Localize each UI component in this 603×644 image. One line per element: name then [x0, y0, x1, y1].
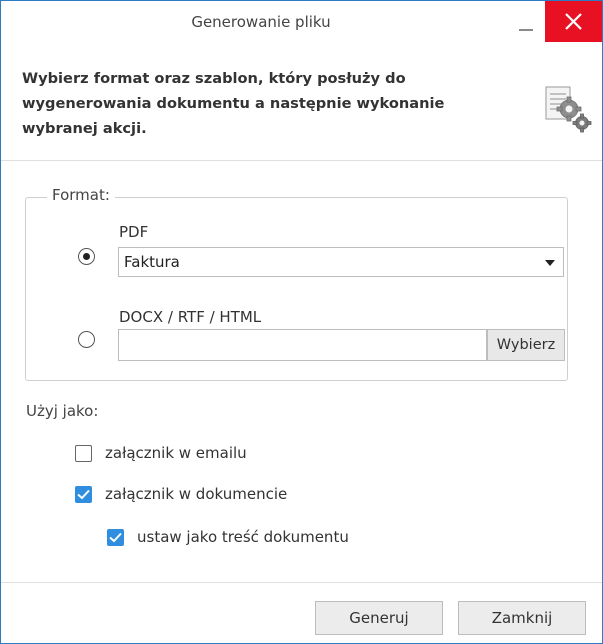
close-button[interactable] [545, 1, 602, 42]
set-as-content-label: ustaw jako treść dokumentu [137, 528, 349, 546]
instruction-text: Wybierz format oraz szablon, który posłu… [22, 70, 445, 137]
chevron-down-icon [545, 260, 555, 266]
template-select-value: Faktura [124, 253, 180, 271]
use-as-label: Użyj jako: [26, 402, 99, 420]
checkmark-icon [77, 489, 90, 500]
docx-label: DOCX / RTF / HTML [119, 308, 262, 326]
close-icon [565, 13, 582, 30]
document-attachment-label: załącznik w dokumencie [105, 485, 288, 503]
dialog-window: Generowanie pliku Wybierz format oraz sz… [0, 0, 603, 644]
checkmark-icon [109, 532, 122, 543]
file-path-input[interactable] [118, 329, 487, 361]
generate-button[interactable]: Generuj [315, 601, 443, 635]
browse-button[interactable]: Wybierz [487, 329, 565, 361]
email-attachment-label: załącznik w emailu [105, 444, 247, 462]
set-as-content-checkbox[interactable] [107, 529, 124, 546]
email-attachment-checkbox[interactable] [75, 445, 92, 462]
docx-radio[interactable] [78, 331, 95, 348]
pdf-radio[interactable] [78, 248, 95, 265]
dialog-header: Wybierz format oraz szablon, który posłu… [1, 43, 602, 161]
pdf-label: PDF [119, 223, 149, 241]
minimize-icon [519, 29, 533, 31]
document-settings-icon [545, 86, 592, 133]
window-title: Generowanie pliku [191, 13, 331, 31]
minimize-button[interactable] [508, 5, 544, 41]
format-legend: Format: [47, 186, 115, 204]
title-bar[interactable]: Generowanie pliku [1, 1, 602, 43]
document-attachment-checkbox[interactable] [75, 486, 92, 503]
radio-selected-dot [82, 252, 90, 260]
template-select[interactable]: Faktura [118, 247, 564, 277]
footer-divider [1, 582, 602, 583]
close-dialog-button[interactable]: Zamknij [458, 601, 586, 635]
